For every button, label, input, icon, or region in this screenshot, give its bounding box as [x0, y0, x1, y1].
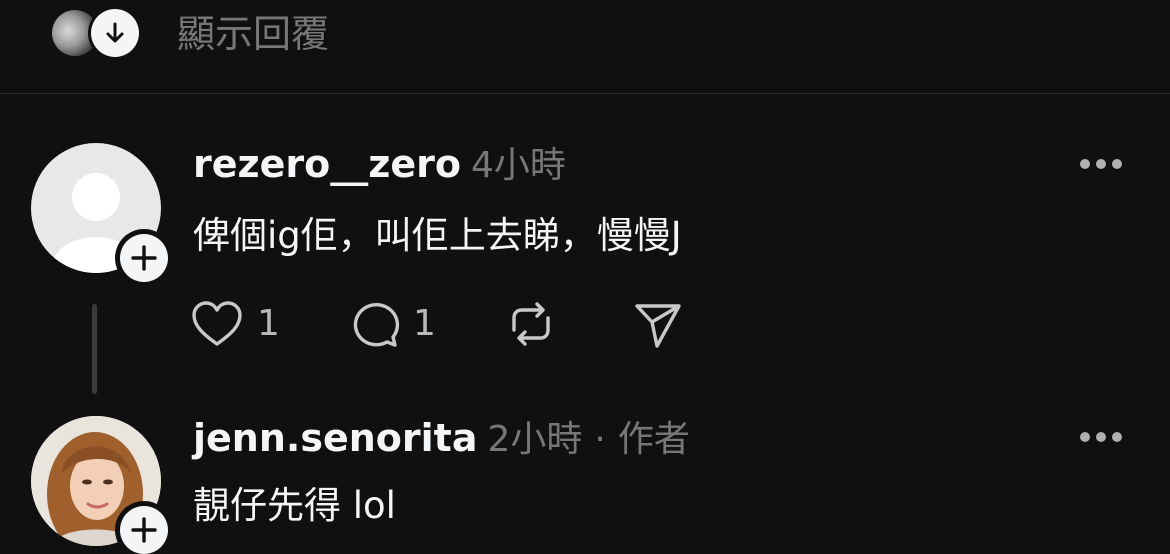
arrow-down-icon	[91, 9, 139, 57]
author-tag: 作者	[617, 419, 690, 460]
reply-button[interactable]: 1	[349, 298, 439, 350]
timestamp: 2小時	[487, 419, 583, 460]
follow-button[interactable]	[120, 506, 168, 554]
repost-button[interactable]	[505, 298, 559, 350]
repost-icon	[512, 302, 550, 346]
timestamp: 4小時	[471, 145, 566, 186]
comment-header: rezero__zero 4小時	[193, 140, 566, 188]
comment-icon	[353, 303, 400, 347]
comment-header: jenn.senorita 2小時 · 作者	[193, 414, 690, 462]
heart-icon	[192, 301, 242, 346]
show-replies-label[interactable]: 顯示回覆	[177, 10, 329, 58]
username[interactable]: rezero__zero	[193, 142, 461, 186]
plus-icon	[131, 245, 157, 271]
thread-line	[92, 304, 97, 394]
more-icon[interactable]	[1080, 431, 1122, 443]
username[interactable]: jenn.senorita	[193, 416, 477, 460]
separator-dot: ·	[594, 419, 606, 460]
follow-button[interactable]	[120, 234, 168, 282]
send-icon	[635, 304, 681, 348]
more-icon[interactable]	[1080, 158, 1122, 170]
show-replies-bar[interactable]: 顯示回覆	[0, 0, 1170, 94]
like-count: 1	[257, 303, 280, 344]
share-button[interactable]	[633, 298, 687, 350]
like-button[interactable]: 1	[191, 298, 281, 350]
comment-text: 靚仔先得 lol	[193, 484, 396, 527]
comment-text: 俾個ig佢，叫佢上去睇，慢慢J	[193, 214, 682, 257]
plus-icon	[131, 517, 157, 543]
reply-count: 1	[413, 303, 436, 344]
